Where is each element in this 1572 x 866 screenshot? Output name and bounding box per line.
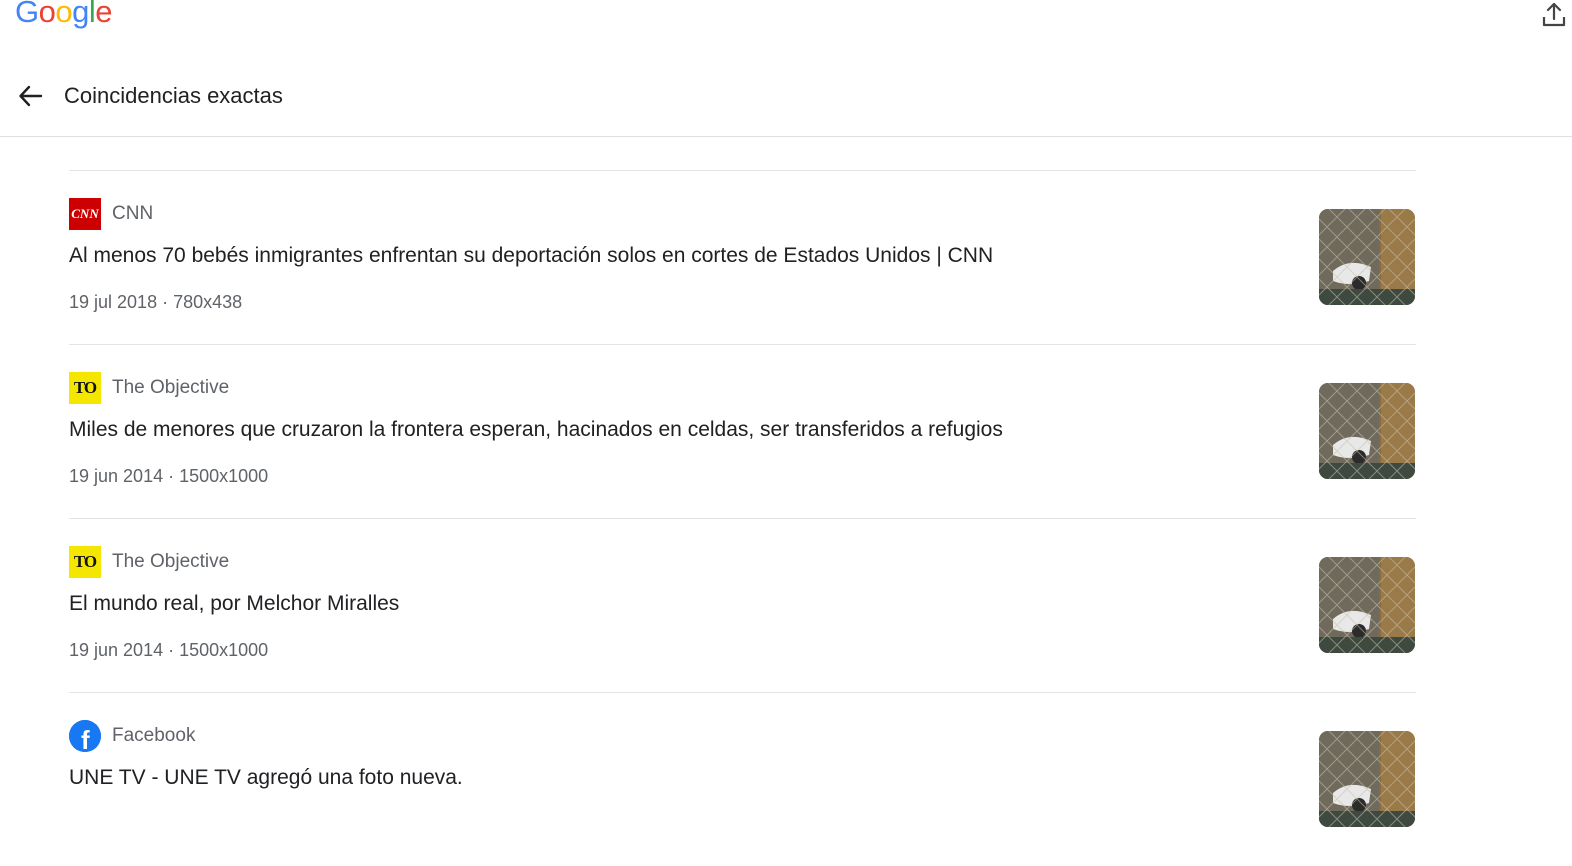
- arrow-left-icon[interactable]: [17, 82, 45, 110]
- favicon-text: TO: [73, 378, 97, 397]
- result-title[interactable]: UNE TV - UNE TV agregó una foto nueva.: [69, 766, 463, 790]
- result-item[interactable]: CNN CNN Al menos 70 bebés inmigrantes en…: [69, 170, 1416, 344]
- logo-letter: o: [55, 0, 73, 29]
- result-title[interactable]: El mundo real, por Melchor Miralles: [69, 592, 399, 616]
- result-title[interactable]: Al menos 70 bebés inmigrantes enfrentan …: [69, 244, 993, 268]
- favicon-text: f: [81, 725, 90, 752]
- result-source[interactable]: Facebook: [112, 725, 195, 747]
- logo-letter: o: [38, 0, 56, 29]
- logo-letter: e: [95, 0, 113, 29]
- result-meta: 19 jun 2014 · 1500x1000: [69, 640, 269, 660]
- result-item[interactable]: f Facebook UNE TV - UNE TV agregó una fo…: [69, 692, 1416, 866]
- logo-letter: G: [15, 0, 39, 29]
- page-header: Coincidencias exactas: [0, 70, 1572, 137]
- result-thumbnail[interactable]: [1319, 383, 1415, 479]
- favicon-text: CNN: [71, 206, 99, 221]
- result-thumbnail[interactable]: [1319, 557, 1415, 653]
- results-list: CNN CNN Al menos 70 bebés inmigrantes en…: [69, 170, 1416, 866]
- page-title: Coincidencias exactas: [64, 83, 283, 108]
- result-thumbnail[interactable]: [1319, 209, 1415, 305]
- the-objective-favicon: TO: [69, 546, 101, 578]
- the-objective-favicon: TO: [69, 372, 101, 404]
- upload-share-icon[interactable]: [1540, 2, 1568, 28]
- top-bar: Google: [0, 0, 1572, 40]
- logo-letter: g: [72, 0, 89, 29]
- result-thumbnail[interactable]: [1319, 731, 1415, 827]
- google-logo[interactable]: Google: [15, 0, 113, 30]
- favicon-text: TO: [73, 552, 97, 571]
- result-item[interactable]: TO The Objective El mundo real, por Melc…: [69, 518, 1416, 692]
- facebook-favicon: f: [69, 720, 101, 755]
- result-title[interactable]: Miles de menores que cruzaron la fronter…: [69, 418, 1003, 442]
- result-meta: 19 jul 2018 · 780x438: [69, 292, 243, 312]
- result-meta: 19 jun 2014 · 1500x1000: [69, 466, 269, 486]
- result-source[interactable]: The Objective: [112, 377, 229, 399]
- result-item[interactable]: TO The Objective Miles de menores que cr…: [69, 344, 1416, 518]
- result-source[interactable]: The Objective: [112, 551, 229, 573]
- cnn-favicon: CNN: [69, 198, 101, 230]
- result-source[interactable]: CNN: [112, 203, 153, 225]
